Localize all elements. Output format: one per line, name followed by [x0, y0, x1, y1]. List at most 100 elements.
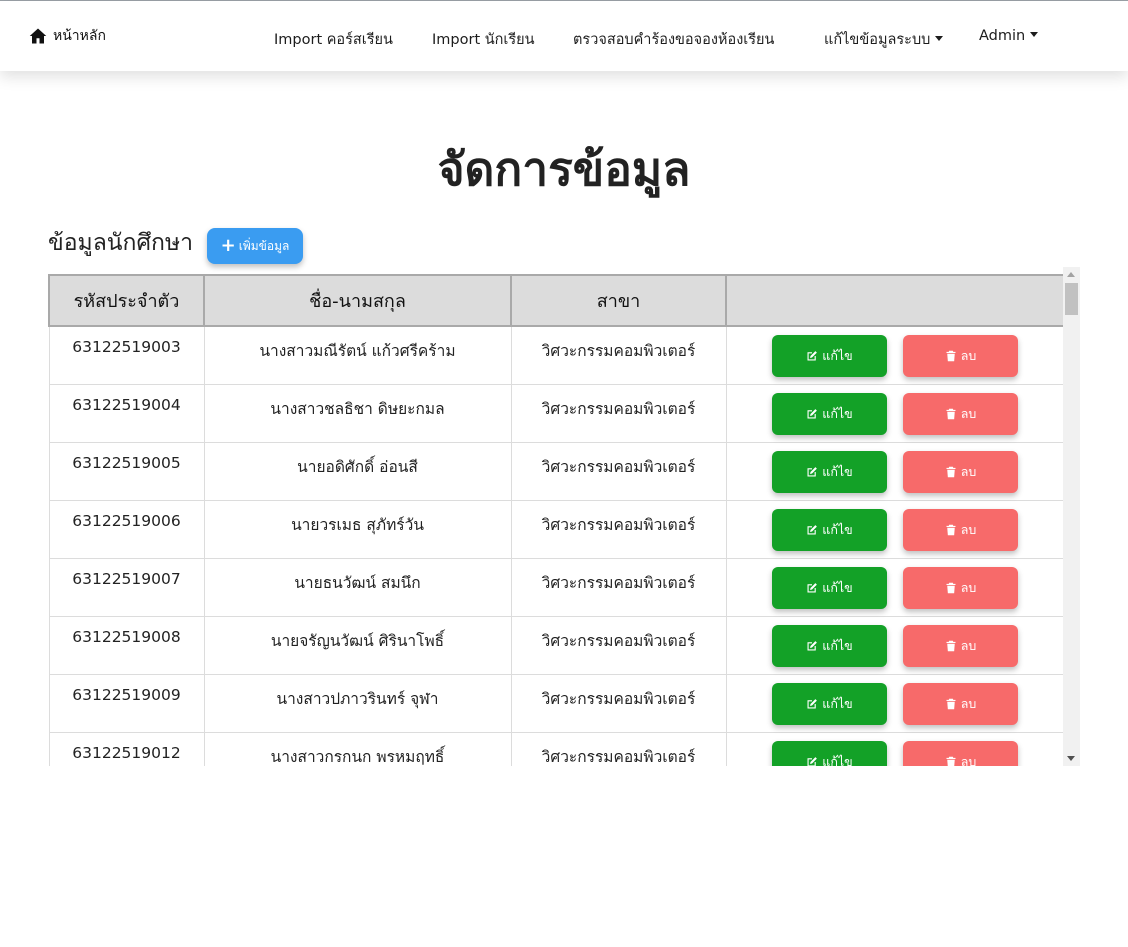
edit-icon — [807, 698, 818, 708]
cell-major: วิศวะกรรมคอมพิวเตอร์ — [510, 383, 727, 443]
table-row: 63122519012 นางสาวกรกนก พรหมฤทธิ์ วิศวะกรร… — [48, 731, 1065, 767]
cell-actions: แก้ไข ลบ — [725, 615, 1065, 675]
cell-full-name: นางสาวมณีรัตน์ แก้วศรีคร้าม — [203, 325, 512, 385]
table-row: 63122519009 นางสาวปภาวรินทร์ จุฬา วิศวะกรร… — [48, 673, 1065, 733]
nav-check-requests-label: ตรวจสอบคำร้องขอจองห้องเรียน — [573, 32, 775, 48]
cell-full-name: นางสาวปภาวรินทร์ จุฬา — [203, 673, 512, 733]
delete-button[interactable]: ลบ — [903, 335, 1018, 377]
table-row: 63122519005 นายอดิศักดิ์ อ่อนสี วิศวะกรรมค… — [48, 441, 1065, 501]
nav-check-requests[interactable]: ตรวจสอบคำร้องขอจองห้องเรียน — [573, 28, 774, 51]
delete-button[interactable]: ลบ — [903, 682, 1018, 725]
cell-actions: แก้ไข ลบ — [725, 731, 1065, 767]
home-link[interactable]: หน้าหลัก — [29, 25, 106, 47]
table-row: 63122519008 นายจรัญนวัฒน์ ศิรินาโพธิ์ วิศว… — [48, 615, 1065, 675]
delete-button[interactable]: ลบ — [903, 450, 1018, 493]
delete-button[interactable]: ลบ — [903, 624, 1018, 667]
delete-button[interactable]: ลบ — [903, 566, 1018, 609]
delete-button[interactable]: ลบ — [903, 392, 1018, 435]
delete-button[interactable]: ลบ — [903, 508, 1018, 551]
delete-button-label: ลบ — [960, 753, 977, 767]
nav-import-course-label: Import คอร์สเรียน — [274, 32, 393, 48]
cell-major: วิศวะกรรมคอมพิวเตอร์ — [510, 441, 727, 501]
nav-edit-system-dropdown[interactable]: แก้ไขข้อมูลระบบ — [824, 28, 944, 51]
page-title: จัดการข้อมูล — [437, 142, 691, 196]
nav-import-student-label: Import นักเรียน — [432, 32, 535, 48]
caret-down-icon — [1030, 32, 1039, 37]
cell-full-name: นางสาวชลธิชา ดิษยะกมล — [203, 383, 512, 443]
edit-button[interactable]: แก้ไข — [772, 566, 887, 609]
cell-actions: แก้ไข ลบ — [725, 325, 1065, 385]
edit-button-label: แก้ไข — [822, 463, 853, 479]
cell-student-id: 63122519005 — [48, 441, 205, 501]
delete-button-label: ลบ — [960, 579, 977, 595]
student-table: รหัสประจำตัว ชื่อ-นามสกุล สาขา 631225190… — [48, 274, 1065, 766]
add-data-button[interactable]: + เพิ่มข้อมูล — [207, 228, 303, 264]
header-major: สาขา — [510, 274, 727, 327]
cell-major: วิศวะกรรมคอมพิวเตอร์ — [510, 731, 727, 766]
trash-icon — [946, 408, 956, 419]
edit-button[interactable]: แก้ไข — [772, 682, 887, 725]
delete-button-label: ลบ — [960, 521, 977, 537]
edit-icon — [807, 640, 818, 650]
cell-actions: แก้ไข ลบ — [725, 441, 1065, 501]
header-actions — [725, 274, 1065, 327]
cell-major: วิศวะกรรมคอมพิวเตอร์ — [510, 499, 727, 559]
edit-button-label: แก้ไข — [822, 637, 853, 653]
table-header-row: รหัสประจำตัว ชื่อ-นามสกุล สาขา — [48, 274, 1065, 327]
home-icon — [29, 28, 47, 44]
cell-student-id: 63122519003 — [48, 325, 205, 385]
nav-import-student[interactable]: Import นักเรียน — [432, 28, 535, 51]
caret-down-icon — [935, 36, 944, 41]
edit-button[interactable]: แก้ไข — [772, 508, 887, 551]
edit-button[interactable]: แก้ไข — [772, 740, 887, 766]
edit-button[interactable]: แก้ไข — [772, 335, 887, 377]
cell-actions: แก้ไข ลบ — [725, 673, 1065, 733]
delete-button-label: ลบ — [960, 463, 977, 479]
edit-icon — [807, 524, 818, 534]
edit-button[interactable]: แก้ไข — [772, 392, 887, 435]
edit-icon — [807, 582, 818, 592]
section-title: ข้อมูลนักศึกษา — [48, 230, 194, 256]
add-data-label: เพิ่มข้อมูล — [238, 238, 290, 253]
delete-button-label: ลบ — [960, 695, 977, 711]
nav-admin-dropdown[interactable]: Admin — [979, 28, 1039, 44]
trash-icon — [946, 756, 956, 766]
trash-icon — [946, 640, 956, 651]
table-body: 63122519003 นางสาวมณีรัตน์ แก้วศรีคร้าม วิ… — [48, 325, 1065, 767]
edit-button-label: แก้ไข — [822, 579, 853, 595]
cell-actions: แก้ไข ลบ — [725, 499, 1065, 559]
edit-button[interactable]: แก้ไข — [772, 450, 887, 493]
navbar: หน้าหลัก Import คอร์สเรียน Import นักเรี… — [0, 1, 1128, 71]
vertical-scrollbar[interactable] — [1063, 267, 1080, 766]
edit-icon — [807, 408, 818, 418]
trash-icon — [946, 524, 956, 535]
cell-full-name: นายธนวัฒน์ สมนึก — [203, 557, 512, 617]
cell-full-name: นายจรัญนวัฒน์ ศิรินาโพธิ์ — [203, 615, 512, 675]
scroll-down-arrow-icon[interactable] — [1067, 756, 1075, 761]
trash-icon — [946, 466, 956, 477]
cell-student-id: 63122519009 — [48, 673, 205, 733]
nav-import-course[interactable]: Import คอร์สเรียน — [274, 28, 393, 51]
edit-button[interactable]: แก้ไข — [772, 624, 887, 667]
cell-student-id: 63122519007 — [48, 557, 205, 617]
cell-major: วิศวะกรรมคอมพิวเตอร์ — [510, 615, 727, 675]
student-table-container: รหัสประจำตัว ชื่อ-นามสกุล สาขา 631225190… — [48, 267, 1080, 766]
nav-edit-system-label: แก้ไขข้อมูลระบบ — [824, 32, 931, 48]
cell-full-name: นายอดิศักดิ์ อ่อนสี — [203, 441, 512, 501]
home-label: หน้าหลัก — [53, 28, 106, 44]
edit-icon — [807, 466, 818, 476]
scroll-up-arrow-icon[interactable] — [1067, 272, 1075, 277]
cell-full-name: นายวรเมธ สุภัทร์วัน — [203, 499, 512, 559]
delete-button[interactable]: ลบ — [903, 740, 1018, 767]
cell-student-id: 63122519004 — [48, 383, 205, 443]
table-row: 63122519007 นายธนวัฒน์ สมนึก วิศวะกรรมคอมพ… — [48, 557, 1065, 617]
cell-actions: แก้ไข ลบ — [725, 383, 1065, 443]
table-row: 63122519006 นายวรเมธ สุภัทร์วัน วิศวะกรรมค… — [48, 499, 1065, 559]
edit-button-label: แก้ไข — [822, 405, 853, 421]
scrollbar-thumb[interactable] — [1065, 283, 1078, 315]
cell-student-id: 63122519012 — [48, 731, 205, 766]
trash-icon — [946, 350, 956, 362]
cell-major: วิศวะกรรมคอมพิวเตอร์ — [510, 557, 727, 617]
header-full-name: ชื่อ-นามสกุล — [203, 274, 512, 327]
header-student-id: รหัสประจำตัว — [48, 274, 205, 327]
